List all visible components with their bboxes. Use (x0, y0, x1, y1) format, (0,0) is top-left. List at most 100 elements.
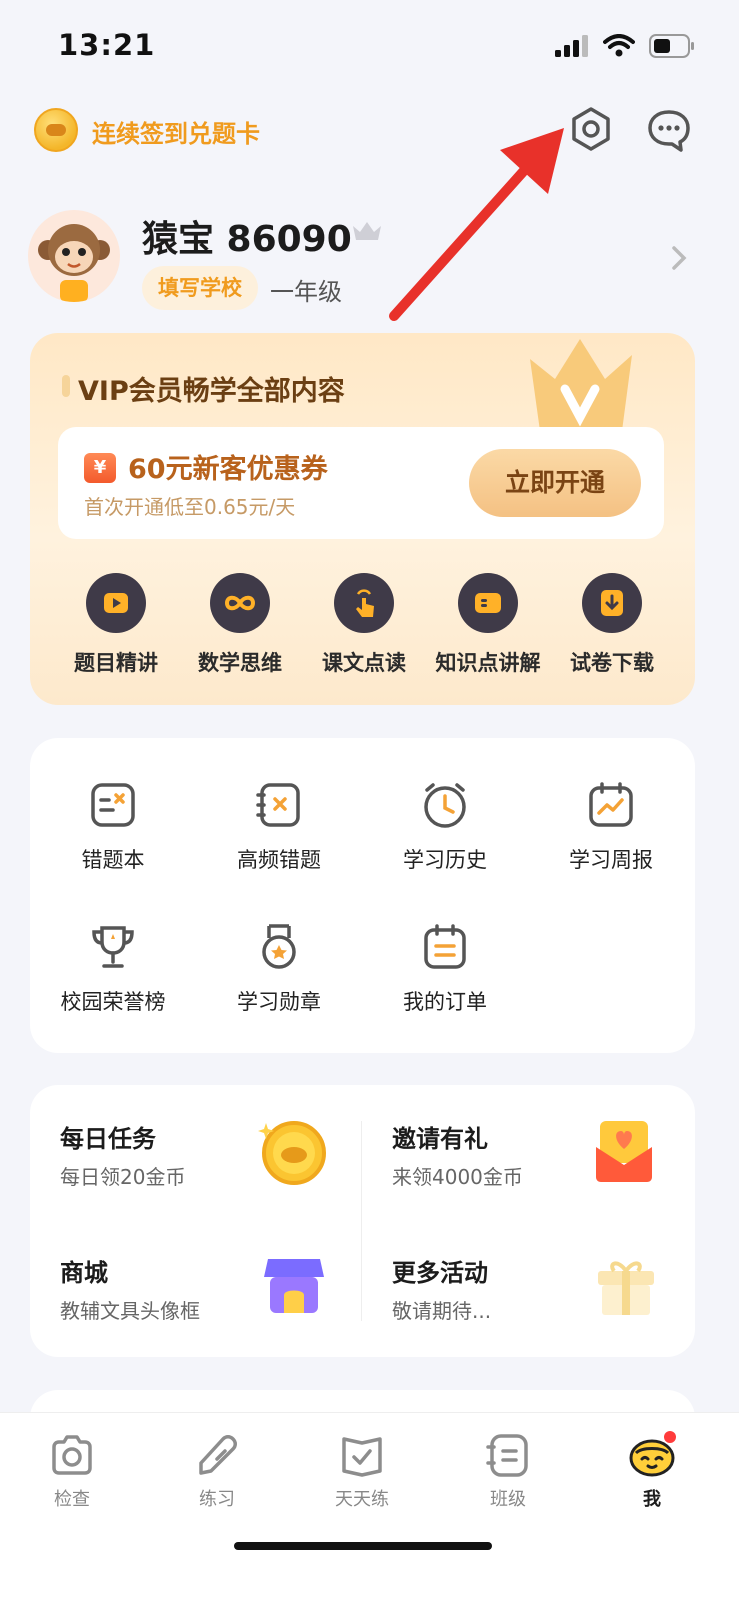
monkey-avatar-icon (38, 224, 110, 302)
tab-daily-practice[interactable]: 天天练 (312, 1431, 412, 1511)
tab-bar: 检查 练习 天天练 班级 我 (0, 1412, 739, 1600)
open-vip-button[interactable]: 立即开通 (469, 449, 641, 517)
vip-feature-item[interactable]: 试卷下载 (550, 573, 674, 677)
tools-card: 错题本 高频错题 学习历史 学习周报 校园荣誉榜 学习勋章 我的订单 (30, 738, 695, 1053)
wifi-icon (603, 34, 635, 57)
activity-subtitle: 敬请期待... (392, 1299, 492, 1323)
vip-feature-label: 题目精讲 (74, 651, 158, 675)
activity-invite[interactable]: 邀请有礼 来领4000金币 (362, 1085, 682, 1195)
vip-feature-item[interactable]: 数学思维 (178, 573, 302, 677)
camera-icon (52, 1435, 92, 1475)
class-icon (486, 1434, 528, 1477)
vip-feature-item[interactable]: 知识点讲解 (426, 573, 550, 677)
vip-title: VIP会员畅学全部内容 (78, 376, 345, 407)
activity-more[interactable]: 更多活动 敬请期待... (362, 1219, 682, 1329)
tool-wrong-notebook[interactable]: 错题本 (38, 780, 188, 874)
tool-honor-board[interactable]: 校园荣誉榜 (38, 922, 188, 1016)
yen-icon: ¥ (84, 453, 116, 483)
checkin-link[interactable]: 连续签到兑题卡 (92, 114, 260, 149)
activity-title: 商城 (60, 1259, 108, 1287)
grade-label: 一年级 (270, 278, 342, 306)
infinity-icon (210, 573, 270, 633)
status-time: 13:21 (58, 28, 156, 62)
avatar[interactable] (28, 210, 120, 302)
activity-title: 每日任务 (60, 1125, 156, 1153)
status-bar: 13:21 (0, 0, 739, 90)
activity-subtitle: 来领4000金币 (392, 1165, 523, 1189)
activity-title: 更多活动 (392, 1259, 488, 1287)
tab-label: 检查 (54, 1489, 90, 1510)
username: 猿宝 86090 (142, 219, 352, 260)
tool-label: 错题本 (81, 848, 145, 872)
invite-envelope-icon (596, 1121, 652, 1182)
tool-study-medals[interactable]: 学习勋章 (204, 922, 354, 1016)
vip-card[interactable]: VIP会员畅学全部内容 ¥ 60元新客优惠券 首次开通低至0.65元/天 立即开… (30, 333, 695, 705)
profile-section[interactable]: 猿宝 86090 填写学校 一年级 (0, 200, 739, 320)
vip-title-marker (62, 375, 70, 397)
activity-subtitle: 教辅文具头像框 (60, 1299, 200, 1323)
tool-weekly-report[interactable]: 学习周报 (536, 780, 686, 874)
trophy-icon (92, 926, 134, 968)
vip-crown-icon (530, 339, 632, 431)
tab-label: 天天练 (335, 1489, 389, 1510)
card-icon (458, 573, 518, 633)
vip-feature-label: 知识点讲解 (435, 651, 541, 675)
frequent-mistakes-icon (256, 783, 300, 827)
settings-gear-icon[interactable] (566, 104, 616, 154)
tab-label: 练习 (199, 1489, 235, 1510)
tab-label: 班级 (490, 1489, 526, 1510)
download-icon (582, 573, 642, 633)
tool-study-history[interactable]: 学习历史 (370, 780, 520, 874)
tab-class[interactable]: 班级 (458, 1431, 558, 1511)
activity-daily-task[interactable]: 每日任务 每日领20金币 (30, 1085, 350, 1195)
activities-card: 每日任务 每日领20金币 邀请有礼 来领4000金币 商城 教辅文具头像框 更多… (30, 1085, 695, 1357)
fill-school-button[interactable]: 填写学校 (142, 266, 258, 310)
coupon-title: 60元新客优惠券 (128, 454, 328, 485)
medal-icon (262, 924, 296, 969)
tool-label: 我的订单 (403, 990, 487, 1014)
tab-practice[interactable]: 练习 (167, 1431, 267, 1511)
message-icon[interactable] (645, 106, 693, 154)
tab-check[interactable]: 检查 (22, 1431, 122, 1511)
checkin-coin-icon[interactable] (34, 108, 78, 152)
tool-label: 学习历史 (403, 848, 487, 872)
tool-frequent-mistakes[interactable]: 高频错题 (204, 780, 354, 874)
tool-label: 学习勋章 (237, 990, 321, 1014)
battery-icon (649, 34, 694, 58)
wrong-notebook-icon (91, 783, 135, 827)
cellular-signal-icon (555, 35, 588, 57)
chevron-right-icon[interactable] (670, 244, 688, 272)
play-icon (86, 573, 146, 633)
status-icons (555, 34, 695, 58)
top-bar: 连续签到兑题卡 (0, 100, 739, 164)
activity-shop[interactable]: 商城 教辅文具头像框 (30, 1219, 350, 1329)
vip-feature-item[interactable]: 题目精讲 (54, 573, 178, 677)
tool-label: 校园荣誉榜 (60, 990, 166, 1014)
activity-title: 邀请有礼 (392, 1125, 488, 1153)
tab-label: 我 (643, 1489, 661, 1510)
order-icon (424, 924, 466, 969)
me-mascot-icon (629, 1431, 676, 1477)
gift-icon (598, 1261, 654, 1315)
shop-icon (264, 1259, 324, 1313)
tab-me[interactable]: 我 (602, 1431, 702, 1511)
gold-coin-icon (258, 1121, 326, 1185)
coupon-card[interactable]: ¥ 60元新客优惠券 首次开通低至0.65元/天 立即开通 (58, 427, 664, 539)
vip-feature-item[interactable]: 课文点读 (302, 573, 426, 677)
tool-label: 高频错题 (237, 848, 321, 872)
activity-subtitle: 每日领20金币 (60, 1165, 186, 1189)
home-indicator[interactable] (234, 1542, 492, 1550)
tool-label: 学习周报 (569, 848, 653, 872)
coupon-subtitle: 首次开通低至0.65元/天 (84, 495, 296, 519)
vip-feature-label: 试卷下载 (570, 651, 654, 675)
tool-my-orders[interactable]: 我的订单 (370, 922, 520, 1016)
vip-feature-label: 数学思维 (198, 651, 282, 675)
vip-feature-label: 课文点读 (322, 651, 406, 675)
vip-features: 题目精讲 数学思维 课文点读 知识点讲解 试卷下载 (54, 573, 674, 677)
daily-practice-icon (342, 1437, 382, 1477)
weekly-report-icon (589, 782, 633, 827)
clock-icon (424, 783, 466, 828)
crown-icon (353, 222, 381, 240)
tap-hand-icon (334, 573, 394, 633)
pencil-icon (199, 1435, 237, 1475)
